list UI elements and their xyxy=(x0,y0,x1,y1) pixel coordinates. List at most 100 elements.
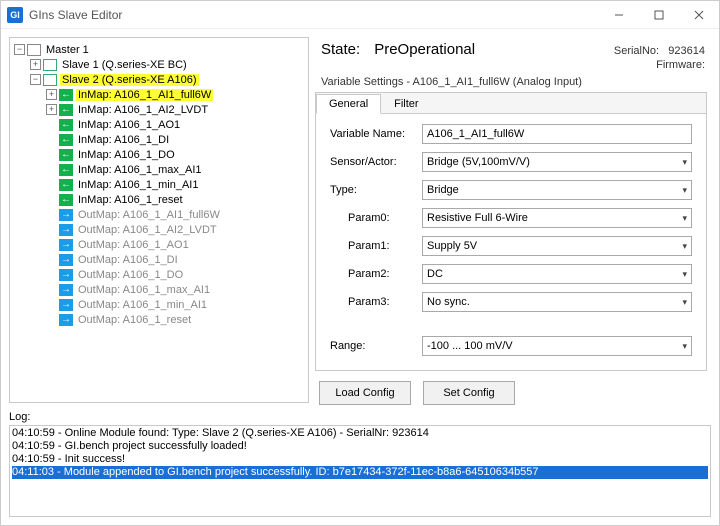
load-config-button[interactable]: Load Config xyxy=(319,381,411,405)
input-map-icon: ← xyxy=(59,179,73,191)
tree-node-inmap[interactable]: ← InMap: A106_1_max_AI1 xyxy=(12,162,306,177)
close-button[interactable] xyxy=(679,1,719,29)
sensor-label: Sensor/Actor: xyxy=(330,156,422,168)
input-map-icon: ← xyxy=(59,134,73,146)
tree-node-inmap[interactable]: ← InMap: A106_1_reset xyxy=(12,192,306,207)
tree-panel[interactable]: − Master 1 + Slave 1 (Q.series-XE BC) − … xyxy=(9,37,309,403)
serial-label: SerialNo: xyxy=(614,45,659,57)
tree-node-master[interactable]: − Master 1 xyxy=(12,42,306,57)
tree-label: InMap: A106_1_min_AI1 xyxy=(76,179,200,191)
slave-icon xyxy=(43,74,57,86)
tree-node-outmap[interactable]: → OutMap: A106_1_DO xyxy=(12,267,306,282)
tree-label: OutMap: A106_1_AI1_full6W xyxy=(76,209,222,221)
input-map-icon: ← xyxy=(59,89,73,101)
variable-settings-caption: Variable Settings - A106_1_AI1_full6W (A… xyxy=(315,74,711,92)
expand-spacer xyxy=(46,209,57,220)
output-map-icon: → xyxy=(59,269,73,281)
chevron-down-icon: ▾ xyxy=(682,297,687,308)
titlebar: GI GIns Slave Editor xyxy=(1,1,719,29)
expand-icon[interactable]: − xyxy=(14,44,25,55)
output-map-icon: → xyxy=(59,239,73,251)
param0-select[interactable]: Resistive Full 6-Wire ▾ xyxy=(422,208,692,228)
tree-label: InMap: A106_1_DI xyxy=(76,134,171,146)
output-map-icon: → xyxy=(59,299,73,311)
tree-label: OutMap: A106_1_max_AI1 xyxy=(76,284,212,296)
tree-node-outmap[interactable]: → OutMap: A106_1_AO1 xyxy=(12,237,306,252)
param3-label: Param3: xyxy=(330,296,422,308)
tab-general[interactable]: General xyxy=(316,94,381,114)
tree-label: InMap: A106_1_DO xyxy=(76,149,177,161)
log-line[interactable]: 04:10:59 - Init success! xyxy=(12,453,708,466)
tree-label: OutMap: A106_1_AI2_LVDT xyxy=(76,224,219,236)
tree-node-outmap[interactable]: → OutMap: A106_1_reset xyxy=(12,312,306,327)
tab-filter[interactable]: Filter xyxy=(381,94,431,114)
tree-node-inmap[interactable]: + ← InMap: A106_1_AI1_full6W xyxy=(12,87,306,102)
tree-node-slave2[interactable]: − Slave 2 (Q.series-XE A106) xyxy=(12,72,306,87)
tree-node-outmap[interactable]: → OutMap: A106_1_DI xyxy=(12,252,306,267)
expand-spacer xyxy=(46,179,57,190)
chevron-down-icon: ▾ xyxy=(682,341,687,352)
log-box[interactable]: 04:10:59 - Online Module found: Type: Sl… xyxy=(9,425,711,517)
param0-label: Param0: xyxy=(330,212,422,224)
param2-select[interactable]: DC ▾ xyxy=(422,264,692,284)
tree-label: Slave 2 (Q.series-XE A106) xyxy=(60,74,199,86)
tree-label: InMap: A106_1_AO1 xyxy=(76,119,182,131)
param1-select[interactable]: Supply 5V ▾ xyxy=(422,236,692,256)
range-label: Range: xyxy=(330,340,422,352)
expand-icon[interactable]: + xyxy=(30,59,41,70)
output-map-icon: → xyxy=(59,209,73,221)
tree-node-inmap[interactable]: ← InMap: A106_1_DI xyxy=(12,132,306,147)
tree-label: OutMap: A106_1_reset xyxy=(76,314,193,326)
expand-spacer xyxy=(46,299,57,310)
log-line[interactable]: 04:10:59 - GI.bench project successfully… xyxy=(12,440,708,453)
tree-node-inmap[interactable]: ← InMap: A106_1_min_AI1 xyxy=(12,177,306,192)
log-line[interactable]: 04:11:03 - Module appended to GI.bench p… xyxy=(12,466,708,479)
tree-node-outmap[interactable]: → OutMap: A106_1_AI1_full6W xyxy=(12,207,306,222)
settings-panel: State: PreOperational SerialNo: 923614 F… xyxy=(315,37,711,403)
variable-name-input[interactable] xyxy=(422,124,692,144)
tree-label: OutMap: A106_1_min_AI1 xyxy=(76,299,209,311)
sensor-select[interactable]: Bridge (5V,100mV/V) ▾ xyxy=(422,152,692,172)
param1-value: Supply 5V xyxy=(427,240,477,252)
set-config-button[interactable]: Set Config xyxy=(423,381,515,405)
expand-spacer xyxy=(46,194,57,205)
state-value: PreOperational xyxy=(374,41,475,58)
tree-node-outmap[interactable]: → OutMap: A106_1_max_AI1 xyxy=(12,282,306,297)
expand-icon[interactable]: + xyxy=(46,89,57,100)
tree-label: Slave 1 (Q.series-XE BC) xyxy=(60,59,189,71)
param3-select[interactable]: No sync. ▾ xyxy=(422,292,692,312)
input-map-icon: ← xyxy=(59,104,73,116)
serial-value: 923614 xyxy=(668,45,705,57)
range-select[interactable]: -100 ... 100 mV/V ▾ xyxy=(422,336,692,356)
log-line[interactable]: 04:10:59 - Online Module found: Type: Sl… xyxy=(12,427,708,440)
expand-icon[interactable]: − xyxy=(30,74,41,85)
tree-node-outmap[interactable]: → OutMap: A106_1_AI2_LVDT xyxy=(12,222,306,237)
param1-label: Param1: xyxy=(330,240,422,252)
expand-spacer xyxy=(46,284,57,295)
expand-icon[interactable]: + xyxy=(46,104,57,115)
master-icon xyxy=(27,44,41,56)
expand-spacer xyxy=(46,164,57,175)
chevron-down-icon: ▾ xyxy=(682,213,687,224)
maximize-button[interactable] xyxy=(639,1,679,29)
tree-node-inmap[interactable]: ← InMap: A106_1_AO1 xyxy=(12,117,306,132)
output-map-icon: → xyxy=(59,254,73,266)
minimize-button[interactable] xyxy=(599,1,639,29)
log-label: Log: xyxy=(9,411,711,423)
tree-node-slave1[interactable]: + Slave 1 (Q.series-XE BC) xyxy=(12,57,306,72)
chevron-down-icon: ▾ xyxy=(682,269,687,280)
expand-spacer xyxy=(46,314,57,325)
tree-node-inmap[interactable]: ← InMap: A106_1_DO xyxy=(12,147,306,162)
expand-spacer xyxy=(46,239,57,250)
tree-label: InMap: A106_1_AI1_full6W xyxy=(76,89,213,101)
tree-node-inmap[interactable]: + ← InMap: A106_1_AI2_LVDT xyxy=(12,102,306,117)
slave-icon xyxy=(43,59,57,71)
state-label: State: xyxy=(321,41,360,58)
tree-node-outmap[interactable]: → OutMap: A106_1_min_AI1 xyxy=(12,297,306,312)
output-map-icon: → xyxy=(59,314,73,326)
tree-label: Master 1 xyxy=(44,44,91,56)
firmware-label: Firmware: xyxy=(656,59,705,71)
chevron-down-icon: ▾ xyxy=(682,157,687,168)
type-select[interactable]: Bridge ▾ xyxy=(422,180,692,200)
expand-spacer xyxy=(46,119,57,130)
